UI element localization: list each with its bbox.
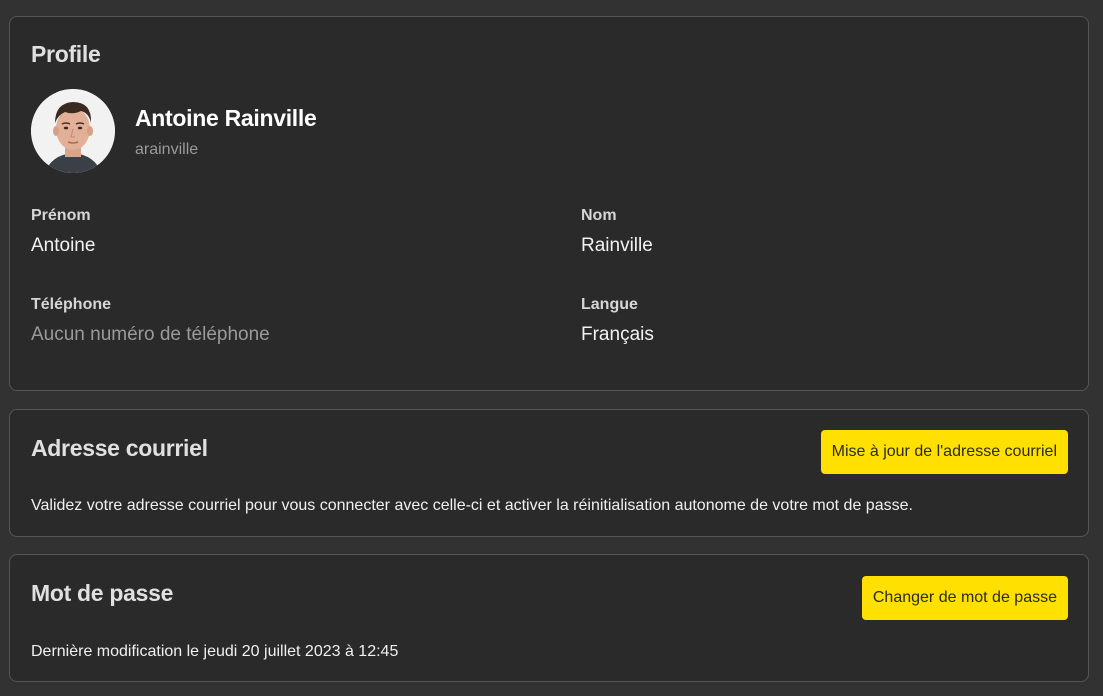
update-email-button[interactable]: Mise à jour de l'adresse courriel — [820, 430, 1068, 474]
change-password-button[interactable]: Changer de mot de passe — [861, 576, 1068, 620]
first-name-value: Antoine — [31, 235, 96, 256]
last-name-value: Rainville — [581, 235, 653, 256]
email-title: Adresse courriel — [31, 435, 208, 461]
profile-title: Profile — [31, 41, 101, 67]
user-full-name: Antoine Rainville — [135, 105, 317, 131]
language-value: Français — [581, 324, 654, 345]
avatar — [31, 89, 115, 173]
profile-card: Profile Antoine Rainville arainville Pré… — [9, 16, 1089, 391]
user-username: arainville — [135, 141, 199, 158]
password-last-modified: Dernière modification le jeudi 20 juille… — [31, 643, 399, 660]
email-description: Validez votre adresse courriel pour vous… — [31, 497, 913, 514]
password-title: Mot de passe — [31, 580, 174, 606]
avatar-photo — [31, 89, 115, 173]
phone-label: Téléphone — [31, 296, 112, 313]
phone-value: Aucun numéro de téléphone — [31, 324, 270, 345]
first-name-label: Prénom — [31, 207, 91, 224]
language-label: Langue — [581, 296, 638, 313]
last-name-label: Nom — [581, 207, 617, 224]
password-card: Mot de passe Changer de mot de passe Der… — [9, 554, 1089, 682]
email-card: Adresse courriel Mise à jour de l'adress… — [9, 409, 1089, 537]
